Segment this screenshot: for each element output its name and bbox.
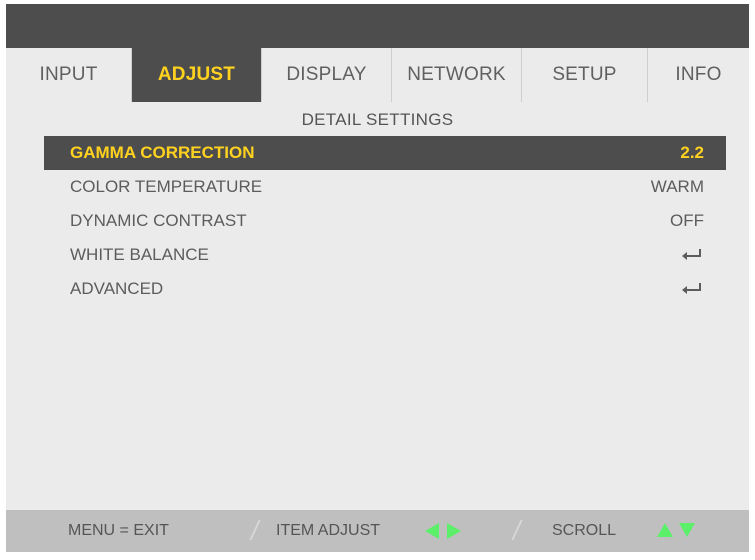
down-arrow-icon [678, 522, 696, 543]
setting-color-temperature[interactable]: COLOR TEMPERATURE WARM [44, 170, 726, 204]
setting-label: GAMMA CORRECTION [70, 143, 255, 162]
settings-list: GAMMA CORRECTION 2.2 COLOR TEMPERATURE W… [44, 136, 726, 306]
osd-header-bar [6, 4, 749, 48]
item-adjust-hint: ITEM ADJUST [276, 522, 381, 539]
scroll-hint: SCROLL [552, 522, 617, 539]
setting-label: WHITE BALANCE [70, 245, 209, 264]
setting-value: 2.2 [680, 143, 704, 162]
section-title: DETAIL SETTINGS [301, 110, 454, 129]
setting-advanced[interactable]: ADVANCED [44, 272, 726, 306]
setting-label: DYNAMIC CONTRAST [70, 211, 247, 230]
projector-osd-menu: INPUT ADJUST DISPLAY NETWORK SETUP INFO … [6, 4, 749, 552]
menu-tabs: INPUT ADJUST DISPLAY NETWORK SETUP INFO [6, 48, 749, 102]
tab-input[interactable]: INPUT [6, 48, 132, 102]
setting-label: ADVANCED [70, 279, 164, 298]
tab-info[interactable]: INFO [648, 48, 749, 102]
help-bar: MENU = EXIT ITEM ADJUST SCROLL [6, 510, 749, 552]
tab-network[interactable]: NETWORK [392, 48, 522, 102]
setting-value: WARM [650, 177, 704, 196]
setting-gamma-correction[interactable]: GAMMA CORRECTION 2.2 [44, 136, 726, 170]
setting-white-balance[interactable]: WHITE BALANCE [44, 238, 726, 272]
setting-label: COLOR TEMPERATURE [70, 177, 263, 196]
menu-exit-hint: MENU = EXIT [68, 522, 169, 539]
separator [511, 520, 523, 540]
setting-dynamic-contrast[interactable]: DYNAMIC CONTRAST OFF [44, 204, 726, 238]
left-arrow-icon [424, 522, 440, 545]
up-arrow-icon [656, 522, 674, 543]
tab-setup[interactable]: SETUP [522, 48, 648, 102]
enter-icon [680, 247, 704, 263]
tab-adjust[interactable]: ADJUST [132, 48, 262, 102]
enter-icon [680, 281, 704, 297]
right-arrow-icon [446, 522, 462, 545]
separator [249, 520, 261, 540]
setting-value: OFF [670, 211, 704, 230]
tab-display[interactable]: DISPLAY [262, 48, 392, 102]
